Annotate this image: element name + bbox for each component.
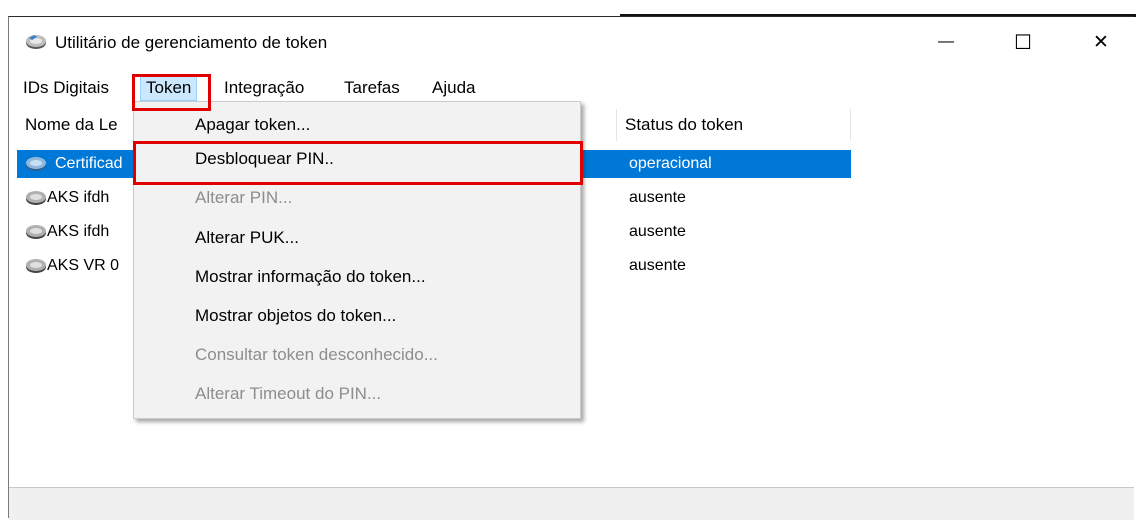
row-status: ausente — [629, 189, 686, 206]
menu-token[interactable]: Token — [140, 75, 198, 101]
menu-item-desbloquear-pin[interactable]: Desbloquear PIN.. — [135, 142, 579, 176]
token-icon — [26, 259, 46, 273]
title-bar[interactable]: Utilitário de gerenciamento de token — ☐… — [9, 17, 1134, 65]
menu-item-mostrar-objetos[interactable]: Mostrar objetos do token... — [135, 299, 579, 333]
menu-item-consultar-token: Consultar token desconhecido... — [195, 345, 438, 364]
minimize-icon: — — [938, 33, 954, 50]
menu-ajuda[interactable]: Ajuda — [427, 76, 480, 100]
minimize-button[interactable]: — — [923, 25, 969, 59]
row-status: ausente — [629, 257, 686, 274]
row-name: AKS ifdh — [47, 223, 110, 240]
token-icon — [26, 225, 46, 239]
token-icon — [26, 35, 46, 49]
status-bar — [9, 487, 1134, 520]
menu-integracao[interactable]: Integração — [219, 76, 309, 100]
row-status: ausente — [629, 223, 686, 240]
token-menu-dropdown: Apagar token... Desbloquear PIN.. Altera… — [133, 101, 581, 419]
maximize-icon: ☐ — [1014, 31, 1032, 54]
menu-item-apagar-token[interactable]: Apagar token... — [135, 108, 579, 142]
row-status: operacional — [629, 155, 712, 172]
column-header-status[interactable]: Status do token — [617, 109, 851, 141]
menu-bar: IDs Digitais Token Integração Tarefas Aj… — [9, 73, 1134, 103]
menu-ids-digitais[interactable]: IDs Digitais — [18, 76, 114, 100]
token-icon — [26, 191, 46, 205]
menu-item-alterar-timeout: Alterar Timeout do PIN... — [195, 384, 382, 403]
menu-item-alterar-pin: Alterar PIN... — [195, 188, 293, 207]
row-name: Certificad — [55, 155, 123, 172]
menu-tarefas[interactable]: Tarefas — [339, 76, 405, 100]
close-button[interactable]: ✕ — [1078, 25, 1124, 59]
row-name: AKS ifdh — [47, 189, 110, 206]
close-icon: ✕ — [1093, 31, 1109, 53]
token-icon — [26, 157, 46, 171]
menu-item-alterar-puk[interactable]: Alterar PUK... — [135, 221, 579, 255]
menu-item-mostrar-informacao[interactable]: Mostrar informação do token... — [135, 260, 579, 294]
maximize-button[interactable]: ☐ — [1000, 25, 1046, 59]
row-name: AKS VR 0 — [47, 257, 120, 274]
window-title: Utilitário de gerenciamento de token — [55, 33, 328, 52]
